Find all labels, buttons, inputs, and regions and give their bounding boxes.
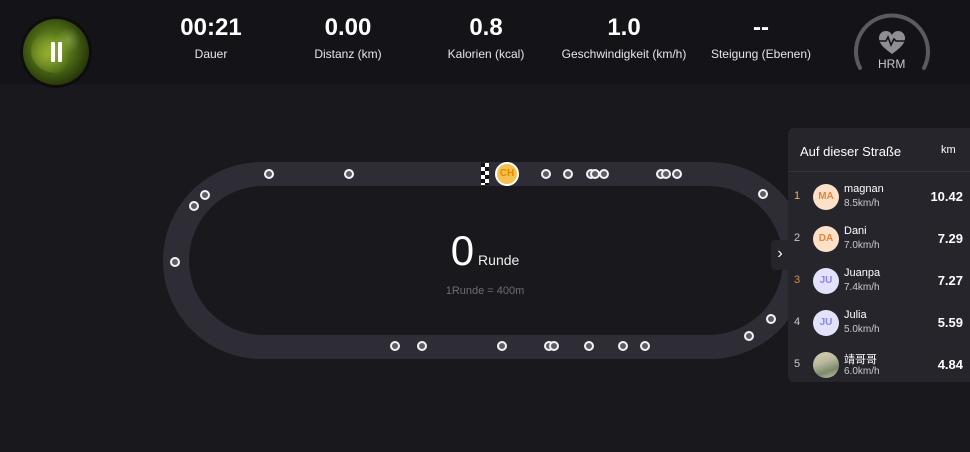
stat-calories-label: Kalorien (kcal) — [447, 47, 525, 61]
runner-dot — [672, 169, 682, 179]
runner-distance: 5.59 — [937, 315, 963, 330]
runner-speed: 7.4km/h — [844, 282, 880, 293]
lap-distance-hint: 1Runde = 400m — [445, 285, 525, 297]
stat-duration: 00:21 Dauer — [170, 14, 252, 62]
runner-distance: 7.27 — [937, 273, 963, 288]
avatar: DA — [813, 226, 839, 252]
stat-calories-value: 0.8 — [469, 14, 503, 41]
runner-dot — [584, 341, 594, 351]
my-position-marker: CH — [495, 162, 519, 186]
avatar: JU — [813, 268, 839, 294]
stats-header: 00:21 Dauer 0.00 Distanz (km) 0.8 Kalori… — [0, 0, 970, 85]
runner-name: Juanpa — [844, 267, 881, 279]
runner-dot — [661, 169, 671, 179]
runner-dot — [390, 341, 400, 351]
runner-dot — [640, 341, 650, 351]
finish-line-flag-icon — [481, 163, 489, 185]
runner-dot — [744, 331, 754, 341]
runner-dot — [599, 169, 609, 179]
chevron-right-icon: › — [777, 245, 783, 262]
avatar-photo — [813, 352, 839, 378]
stat-speed-label: Geschwindigkeit (km/h) — [561, 47, 687, 61]
stat-duration-value: 00:21 — [180, 14, 242, 41]
pause-icon-bar — [58, 42, 62, 62]
runner-dot — [200, 190, 210, 200]
leaderboard-row[interactable]: 3 JU Juanpa 7.4km/h 7.27 — [788, 260, 970, 302]
pause-button[interactable] — [23, 19, 89, 85]
leaderboard-toggle-button[interactable]: › — [771, 240, 789, 270]
runner-dot — [549, 341, 559, 351]
rank-number: 2 — [794, 232, 801, 244]
rank-number: 3 — [794, 274, 801, 286]
runner-dot — [417, 341, 427, 351]
leaderboard-row[interactable]: 5 靖哥哥 6.0km/h 4.84 — [788, 344, 970, 386]
rank-number: 4 — [794, 316, 801, 328]
lap-count: 0 — [450, 227, 475, 274]
runner-dot — [563, 169, 573, 179]
hrm-label: HRM — [878, 57, 906, 71]
lap-unit: Runde — [478, 252, 520, 268]
stat-distance-value: 0.00 — [324, 14, 372, 41]
stat-incline-label: Steigung (Ebenen) — [710, 47, 812, 61]
runner-distance: 7.29 — [937, 231, 963, 246]
leaderboard-row[interactable]: 2 DA Dani 7.0km/h 7.29 — [788, 218, 970, 260]
lap-counter: 0 Runde — [390, 226, 580, 276]
pause-icon — [51, 42, 55, 62]
runner-name: Dani — [844, 225, 867, 237]
runner-dot — [344, 169, 354, 179]
runner-speed: 5.0km/h — [844, 324, 880, 335]
runner-name: Julia — [844, 309, 867, 321]
rank-number: 5 — [794, 358, 801, 370]
leaderboard-unit: km — [941, 144, 956, 156]
runner-dot — [189, 201, 199, 211]
runner-speed: 7.0km/h — [844, 240, 880, 251]
runner-speed: 8.5km/h — [844, 198, 880, 209]
avatar: MA — [813, 184, 839, 210]
heart-pulse-icon — [879, 31, 905, 54]
runner-dot — [264, 169, 274, 179]
stat-incline: -- Steigung (Ebenen) — [706, 14, 816, 62]
stat-speed-value: 1.0 — [607, 14, 641, 41]
leaderboard-panel: Auf dieser Straße km 1 MA magnan 8.5km/h… — [788, 128, 970, 382]
leaderboard-title: Auf dieser Straße — [800, 144, 902, 159]
runner-dot — [541, 169, 551, 179]
avatar: JU — [813, 310, 839, 336]
leaderboard-header: Auf dieser Straße km — [788, 128, 970, 172]
app-root: 00:21 Dauer 0.00 Distanz (km) 0.8 Kalori… — [0, 0, 970, 452]
runner-speed: 6.0km/h — [844, 366, 880, 377]
stat-speed: 1.0 Geschwindigkeit (km/h) — [556, 14, 692, 62]
stat-distance: 0.00 Distanz (km) — [307, 14, 389, 62]
runner-dot — [497, 341, 507, 351]
stat-incline-value: -- — [753, 14, 769, 41]
runner-name: magnan — [844, 183, 884, 195]
rank-number: 1 — [794, 190, 801, 202]
runner-distance: 10.42 — [930, 189, 963, 204]
runner-dot — [618, 341, 628, 351]
stat-calories: 0.8 Kalorien (kcal) — [440, 14, 532, 62]
runner-distance: 4.84 — [937, 357, 963, 372]
runner-dot — [758, 189, 768, 199]
runner-dot — [170, 257, 180, 267]
runner-dot — [766, 314, 776, 324]
stat-duration-label: Dauer — [194, 47, 228, 61]
leaderboard-row[interactable]: 4 JU Julia 5.0km/h 5.59 — [788, 302, 970, 344]
runner-name: 靖哥哥 — [844, 354, 877, 366]
stat-distance-label: Distanz (km) — [314, 47, 382, 61]
leaderboard-row[interactable]: 1 MA magnan 8.5km/h 10.42 — [788, 176, 970, 218]
